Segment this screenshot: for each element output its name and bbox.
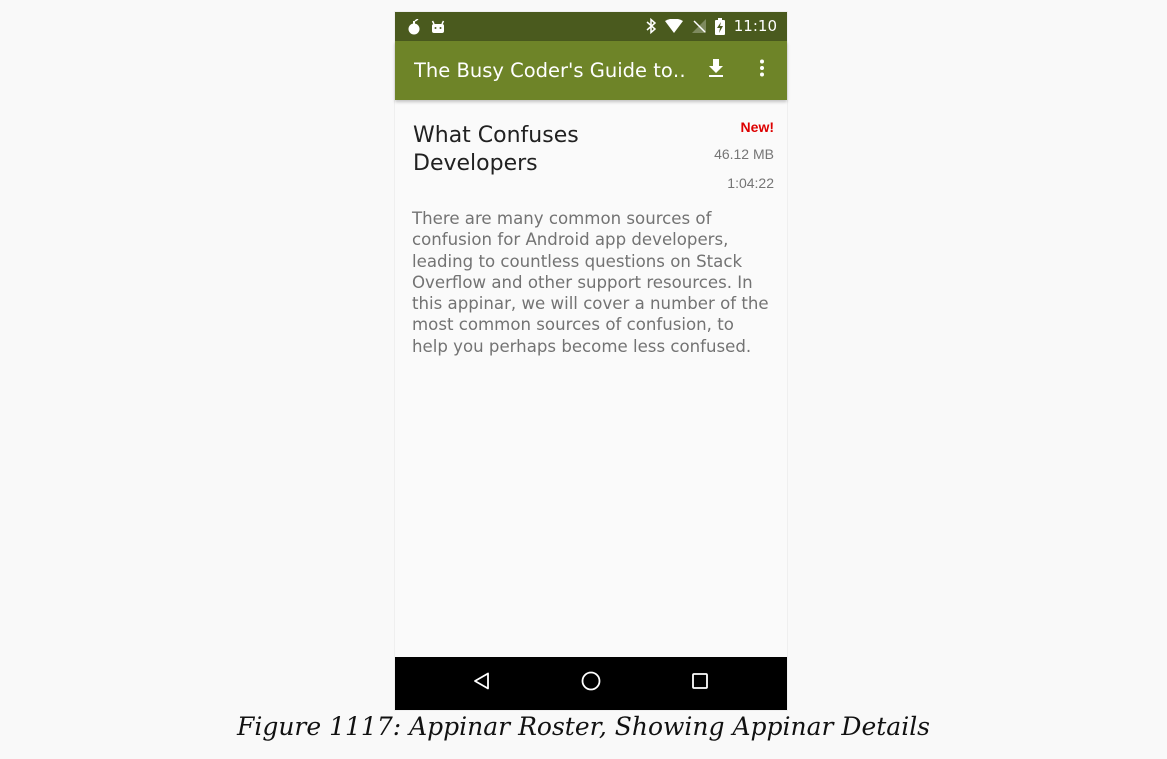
duration: 1:04:22 (727, 175, 774, 191)
figure-caption: Figure 1117: Appinar Roster, Showing App… (236, 712, 931, 741)
status-time: 11:10 (733, 17, 777, 35)
bluetooth-icon (646, 17, 656, 35)
recents-button[interactable] (680, 657, 720, 710)
appinar-description: There are many common sources of confusi… (412, 209, 769, 356)
recents-icon (692, 673, 708, 694)
home-icon (581, 671, 601, 696)
phone-screen: 11:10 The Busy Coder's Guide to… What Co… (395, 12, 787, 710)
battery-charging-icon (714, 17, 725, 35)
android-icon (431, 18, 445, 36)
more-vert-icon (759, 59, 765, 82)
new-badge: New! (740, 119, 774, 135)
back-button[interactable] (462, 657, 502, 710)
appinar-details: What Confuses Developers New! 46.12 MB 1… (395, 100, 787, 657)
download-icon (708, 59, 724, 82)
app-bar: The Busy Coder's Guide to… (395, 41, 787, 100)
wifi-icon (664, 17, 683, 35)
download-button[interactable] (701, 41, 731, 100)
file-size: 46.12 MB (714, 146, 774, 162)
back-icon (473, 672, 491, 695)
appinar-title: What Confuses Developers (413, 123, 579, 176)
overflow-menu-button[interactable] (747, 41, 777, 100)
no-signal-icon (691, 17, 706, 35)
bomb-icon (407, 18, 421, 36)
navigation-bar (395, 657, 787, 710)
home-button[interactable] (571, 657, 611, 710)
status-bar: 11:10 (395, 12, 787, 41)
app-title: The Busy Coder's Guide to… (414, 59, 684, 82)
